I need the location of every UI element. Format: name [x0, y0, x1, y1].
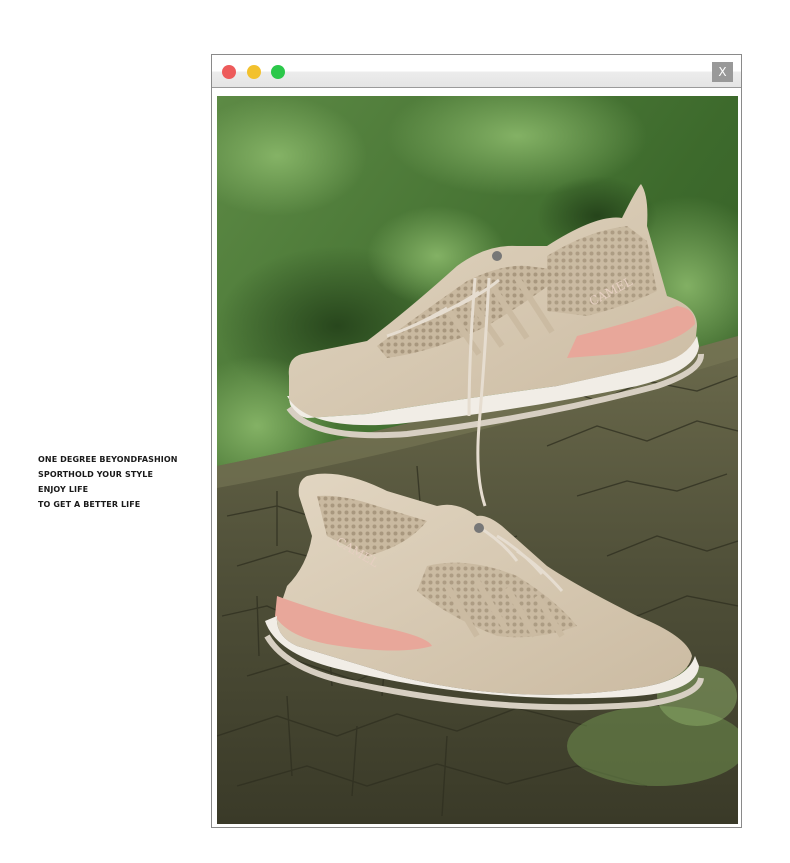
- product-photo: CAMEL CAMEL: [217, 96, 738, 824]
- maximize-dot-icon[interactable]: [271, 65, 285, 79]
- tagline-line-3: ENJOY LIFE: [38, 485, 89, 494]
- tagline-line-4: TO GET A BETTER LIFE: [38, 500, 141, 509]
- tagline-line-1: ONE DEGREE BEYONDFASHION: [38, 455, 178, 464]
- close-button[interactable]: X: [712, 62, 733, 82]
- minimize-dot-icon[interactable]: [247, 65, 261, 79]
- window-titlebar: X: [212, 55, 741, 88]
- tagline-line-2: SPORTHOLD YOUR STYLE: [38, 470, 154, 479]
- shoe-photo-illustration: CAMEL CAMEL: [217, 96, 738, 824]
- product-page: ONE DEGREE BEYONDFASHION SPORTHOLD YOUR …: [0, 0, 790, 863]
- close-dot-icon[interactable]: [222, 65, 236, 79]
- browser-window: X CAMEL CAMEL: [211, 54, 742, 828]
- tagline-block: ONE DEGREE BEYONDFASHION SPORTHOLD YOUR …: [38, 452, 198, 512]
